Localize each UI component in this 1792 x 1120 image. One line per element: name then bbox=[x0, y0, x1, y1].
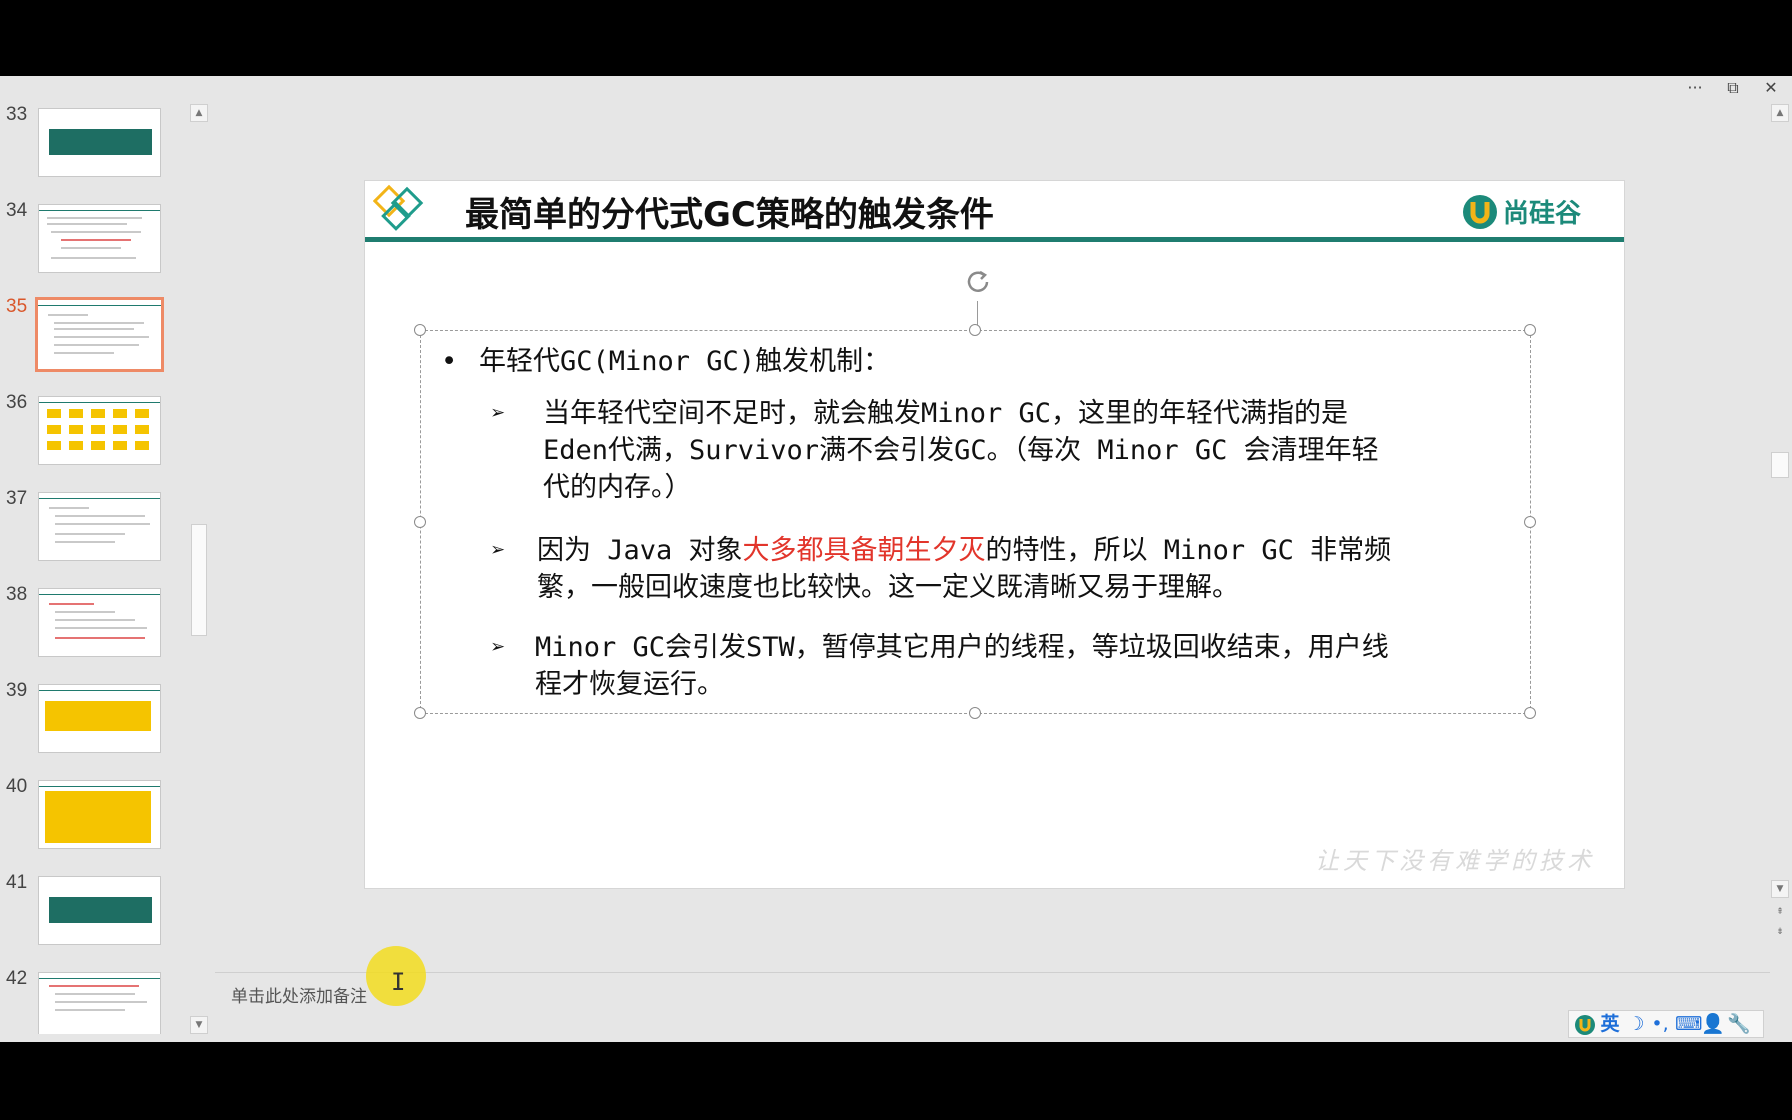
brand-name: 尚硅谷 bbox=[1503, 199, 1582, 229]
thumbnail-preview[interactable] bbox=[38, 108, 161, 177]
punctuation-icon[interactable]: •, bbox=[1649, 1012, 1671, 1036]
thumbnail-number: 37 bbox=[6, 488, 28, 509]
bullet-dot-icon: • bbox=[441, 346, 458, 377]
thumbnail-preview-selected[interactable] bbox=[35, 297, 164, 372]
sub-bullet-2-text-a: 因为 Java 对象 bbox=[537, 535, 743, 566]
thumbnail-slide-41[interactable]: 41 bbox=[0, 872, 190, 962]
arrow-bullet-icon: ➢ bbox=[491, 633, 506, 661]
thumbnail-slide-37[interactable]: 37 bbox=[0, 488, 190, 578]
thumbnail-preview[interactable] bbox=[38, 972, 161, 1034]
thumbnail-preview[interactable] bbox=[38, 684, 161, 753]
logo-icon[interactable] bbox=[1574, 1014, 1596, 1036]
resize-handle-left[interactable] bbox=[414, 516, 426, 528]
title-rule bbox=[365, 237, 1624, 242]
keyboard-icon[interactable]: ⌨ bbox=[1675, 1012, 1702, 1036]
restore-window-icon[interactable]: ⧉ bbox=[1722, 78, 1744, 98]
thumbnail-slide-40[interactable]: 40 bbox=[0, 776, 190, 866]
content-textbox[interactable]: • 年轻代GC(Minor GC)触发机制： ➢ 当年轻代空间不足时，就会触发Mi… bbox=[414, 324, 1536, 719]
slide-thumbnail-panel: 33 34 35 36 37 38 39 40 41 42 bbox=[0, 104, 212, 1034]
thumbnail-scrollbar[interactable]: ▲ ▼ bbox=[190, 104, 208, 1036]
thumbnail-slide-42[interactable]: 42 bbox=[0, 968, 190, 1034]
bottom-letterbox bbox=[0, 1042, 1792, 1120]
brand-logo: 尚硅谷 bbox=[1461, 193, 1601, 231]
thumbnail-slide-35[interactable]: 35 bbox=[0, 296, 190, 386]
thumbnail-slide-33[interactable]: 33 bbox=[0, 104, 190, 194]
arrow-bullet-icon: ➢ bbox=[491, 536, 506, 564]
scroll-down-icon[interactable]: ▼ bbox=[1771, 880, 1789, 898]
bullet-heading-text: 年轻代GC(Minor GC)触发机制： bbox=[479, 346, 891, 377]
thumbnail-preview[interactable] bbox=[38, 492, 161, 561]
sub-bullet-2-highlight: 大多都具备朝生夕灭 bbox=[742, 535, 986, 566]
brand-u-icon bbox=[1463, 195, 1497, 229]
thumbnail-preview[interactable] bbox=[38, 780, 161, 849]
resize-handle-right[interactable] bbox=[1524, 516, 1536, 528]
notes-placeholder[interactable]: 单击此处添加备注 bbox=[231, 982, 367, 1007]
slide-canvas[interactable]: 最简单的分代式GC策略的触发条件 尚硅谷 • 年轻代GC(Minor GC)触发… bbox=[364, 180, 1625, 889]
thumbnail-number: 35 bbox=[6, 296, 28, 317]
sub-bullet-1-line-1: 当年轻代空间不足时，就会触发Minor GC，这里的年轻代满指的是 bbox=[543, 398, 1349, 429]
thumbnail-number: 39 bbox=[6, 680, 28, 701]
thumbnail-slide-34[interactable]: 34 bbox=[0, 200, 190, 290]
thumbnail-number: 42 bbox=[6, 968, 28, 989]
more-horizontal-icon[interactable]: ··· bbox=[1682, 78, 1708, 98]
watermark-slogan: 让天下没有难学的技术 bbox=[1315, 847, 1595, 875]
wrench-icon[interactable]: 🔧 bbox=[1727, 1012, 1751, 1036]
sub-bullet-1-line-2: Eden代满，Survivor满不会引发GC。（每次 Minor GC 会清理年… bbox=[543, 435, 1379, 466]
bullet-heading: • 年轻代GC(Minor GC)触发机制： bbox=[441, 339, 890, 378]
sub-bullet-1-line-3: 代的内存。） bbox=[543, 472, 692, 503]
sub-bullet-3-line-1: Minor GC会引发STW，暂停其它用户的线程，等垃圾回收结束，用户线 bbox=[535, 632, 1389, 663]
thumbnail-slide-39[interactable]: 39 bbox=[0, 680, 190, 770]
text-cursor-icon: I bbox=[391, 968, 406, 996]
top-letterbox bbox=[0, 0, 1792, 76]
thumbnail-number: 34 bbox=[6, 200, 28, 221]
user-icon[interactable]: 👤 bbox=[1701, 1012, 1725, 1036]
slide-title: 最简单的分代式GC策略的触发条件 bbox=[465, 195, 994, 235]
powerpoint-app: ··· ⧉ ✕ 33 34 35 36 37 38 39 40 41 42 ▲ … bbox=[0, 0, 1792, 1120]
thumbnail-preview[interactable] bbox=[38, 876, 161, 945]
resize-handle-bottom-right[interactable] bbox=[1524, 707, 1536, 719]
workspace: ··· ⧉ ✕ 33 34 35 36 37 38 39 40 41 42 ▲ … bbox=[0, 76, 1792, 1042]
diamond-logo-icon bbox=[373, 184, 424, 231]
resize-handle-top-left[interactable] bbox=[414, 324, 426, 336]
thumbnail-preview[interactable] bbox=[38, 396, 161, 465]
close-icon[interactable]: ✕ bbox=[1760, 78, 1782, 98]
slide-scrollbar[interactable]: ▲ ▼ ⇞ ⇟ bbox=[1770, 104, 1790, 1034]
arrow-bullet-icon: ➢ bbox=[491, 399, 506, 427]
thumbnail-preview[interactable] bbox=[38, 588, 161, 657]
thumbnail-number: 38 bbox=[6, 584, 28, 605]
previous-slide-icon[interactable]: ⇞ bbox=[1771, 904, 1789, 922]
next-slide-icon[interactable]: ⇟ bbox=[1771, 924, 1789, 942]
notes-divider bbox=[215, 972, 1770, 973]
moon-icon[interactable]: ☽ bbox=[1625, 1012, 1647, 1036]
sub-bullet-2-line-2: 繁，一般回收速度也比较快。这一定义既清晰又易于理解。 bbox=[537, 572, 1239, 603]
thumbnail-preview[interactable] bbox=[38, 204, 161, 273]
thumbnail-slide-38[interactable]: 38 bbox=[0, 584, 190, 674]
resize-handle-bottom[interactable] bbox=[969, 707, 981, 719]
scroll-up-icon[interactable]: ▲ bbox=[190, 104, 208, 122]
thumbnail-slide-36[interactable]: 36 bbox=[0, 392, 190, 482]
resize-handle-top[interactable] bbox=[969, 324, 981, 336]
thumbnail-number: 40 bbox=[6, 776, 28, 797]
scrollbar-thumb[interactable] bbox=[1771, 452, 1789, 478]
thumbnail-number: 41 bbox=[6, 872, 28, 893]
ime-toolbar[interactable]: 英 ☽ •, ⌨ 👤 🔧 bbox=[1568, 1010, 1764, 1038]
scroll-down-icon[interactable]: ▼ bbox=[190, 1016, 208, 1034]
sub-bullet-3-line-2: 程才恢复运行。 bbox=[535, 669, 724, 700]
sub-bullet-2-text-b: 的特性，所以 Minor GC 非常频 bbox=[985, 535, 1392, 566]
resize-handle-top-right[interactable] bbox=[1524, 324, 1536, 336]
thumbnail-number: 33 bbox=[6, 104, 28, 125]
scroll-up-icon[interactable]: ▲ bbox=[1771, 104, 1789, 122]
resize-handle-bottom-left[interactable] bbox=[414, 707, 426, 719]
language-toggle[interactable]: 英 bbox=[1599, 1012, 1621, 1036]
rotate-handle-icon[interactable] bbox=[963, 267, 993, 297]
sub-bullet-2-line-1: 因为 Java 对象大多都具备朝生夕灭的特性，所以 Minor GC 非常频 bbox=[537, 532, 1527, 569]
scrollbar-thumb[interactable] bbox=[191, 524, 207, 636]
thumbnail-number: 36 bbox=[6, 392, 28, 413]
